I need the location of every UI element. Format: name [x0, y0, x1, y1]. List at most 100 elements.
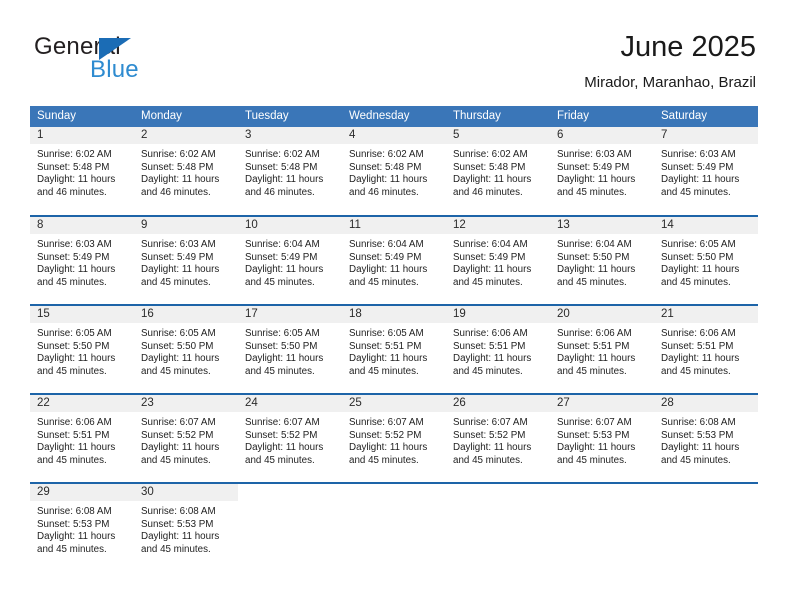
calendar-day-cell-empty	[342, 482, 446, 572]
day-details: Sunrise: 6:07 AM Sunset: 5:52 PM Daylight:…	[342, 412, 446, 467]
day-number: 15	[30, 306, 134, 323]
daylight-text: Daylight: 11 hours and 45 minutes.	[245, 442, 324, 466]
daylight-text: Daylight: 11 hours and 45 minutes.	[661, 174, 740, 198]
day-number: 29	[30, 484, 134, 501]
sunrise-text: Sunrise: 6:06 AM	[453, 328, 528, 339]
day-details: Sunrise: 6:02 AM Sunset: 5:48 PM Daylight:…	[238, 144, 342, 199]
sunrise-text: Sunrise: 6:05 AM	[661, 239, 736, 250]
day-number: 1	[30, 127, 134, 144]
calendar-day-cell[interactable]: 29 Sunrise: 6:08 AM Sunset: 5:53 PM Dayligh…	[30, 482, 134, 572]
calendar-day-cell[interactable]: 12 Sunrise: 6:04 AM Sunset: 5:49 PM Dayligh…	[446, 215, 550, 305]
calendar-day-cell[interactable]: 10 Sunrise: 6:04 AM Sunset: 5:49 PM Dayligh…	[238, 215, 342, 305]
day-details: Sunrise: 6:02 AM Sunset: 5:48 PM Daylight:…	[30, 144, 134, 199]
day-details: Sunrise: 6:05 AM Sunset: 5:50 PM Daylight:…	[30, 323, 134, 378]
sunset-text: Sunset: 5:50 PM	[661, 251, 734, 263]
calendar-day-cell[interactable]: 24 Sunrise: 6:07 AM Sunset: 5:52 PM Dayligh…	[238, 393, 342, 483]
sunset-text: Sunset: 5:53 PM	[557, 429, 630, 441]
page-header: General Blue June 2025 Mirador, Maranhao…	[0, 0, 792, 100]
calendar-day-cell[interactable]: 14 Sunrise: 6:05 AM Sunset: 5:50 PM Dayligh…	[654, 215, 758, 305]
sunset-text: Sunset: 5:48 PM	[245, 161, 318, 173]
day-number: 3	[238, 127, 342, 144]
calendar-day-cell-empty	[238, 482, 342, 572]
day-number: 12	[446, 217, 550, 234]
calendar-day-cell[interactable]: 8 Sunrise: 6:03 AM Sunset: 5:49 PM Daylight…	[30, 215, 134, 305]
day-number: 27	[550, 395, 654, 412]
sunset-text: Sunset: 5:51 PM	[349, 340, 422, 352]
calendar-day-cell[interactable]: 19 Sunrise: 6:06 AM Sunset: 5:51 PM Dayligh…	[446, 304, 550, 394]
day-number: 13	[550, 217, 654, 234]
calendar-day-cell[interactable]: 9 Sunrise: 6:03 AM Sunset: 5:49 PM Daylight…	[134, 215, 238, 305]
calendar-day-cell[interactable]: 6 Sunrise: 6:03 AM Sunset: 5:49 PM Daylight…	[550, 127, 654, 216]
sunrise-text: Sunrise: 6:03 AM	[557, 149, 632, 160]
calendar-day-cell[interactable]: 28 Sunrise: 6:08 AM Sunset: 5:53 PM Dayligh…	[654, 393, 758, 483]
weekday-header-saturday: Saturday	[654, 106, 758, 127]
day-details: Sunrise: 6:02 AM Sunset: 5:48 PM Daylight:…	[134, 144, 238, 199]
title-block: June 2025 Mirador, Maranhao, Brazil	[584, 30, 756, 93]
sunset-text: Sunset: 5:53 PM	[141, 518, 214, 530]
calendar-day-cell[interactable]: 13 Sunrise: 6:04 AM Sunset: 5:50 PM Dayligh…	[550, 215, 654, 305]
sunset-text: Sunset: 5:48 PM	[141, 161, 214, 173]
day-details: Sunrise: 6:08 AM Sunset: 5:53 PM Daylight:…	[134, 501, 238, 556]
page-title: June 2025	[620, 31, 756, 63]
day-details: Sunrise: 6:03 AM Sunset: 5:49 PM Daylight:…	[134, 234, 238, 289]
sunset-text: Sunset: 5:49 PM	[453, 251, 526, 263]
day-number: 5	[446, 127, 550, 144]
day-details: Sunrise: 6:03 AM Sunset: 5:49 PM Daylight:…	[550, 144, 654, 199]
calendar-day-cell[interactable]: 21 Sunrise: 6:06 AM Sunset: 5:51 PM Dayligh…	[654, 304, 758, 394]
sunset-text: Sunset: 5:51 PM	[37, 429, 110, 441]
sunset-text: Sunset: 5:49 PM	[37, 251, 110, 263]
day-details: Sunrise: 6:08 AM Sunset: 5:53 PM Daylight:…	[30, 501, 134, 556]
calendar-day-cell[interactable]: 15 Sunrise: 6:05 AM Sunset: 5:50 PM Dayligh…	[30, 304, 134, 394]
sunset-text: Sunset: 5:51 PM	[557, 340, 630, 352]
calendar-day-cell[interactable]: 17 Sunrise: 6:05 AM Sunset: 5:50 PM Dayligh…	[238, 304, 342, 394]
calendar-day-cell[interactable]: 5 Sunrise: 6:02 AM Sunset: 5:48 PM Daylight…	[446, 127, 550, 216]
calendar-day-cell[interactable]: 22 Sunrise: 6:06 AM Sunset: 5:51 PM Dayligh…	[30, 393, 134, 483]
calendar-day-cell[interactable]: 16 Sunrise: 6:05 AM Sunset: 5:50 PM Dayligh…	[134, 304, 238, 394]
daylight-text: Daylight: 11 hours and 45 minutes.	[141, 353, 220, 377]
sunrise-text: Sunrise: 6:07 AM	[245, 417, 320, 428]
daylight-text: Daylight: 11 hours and 45 minutes.	[661, 353, 740, 377]
day-details: Sunrise: 6:02 AM Sunset: 5:48 PM Daylight:…	[342, 144, 446, 199]
page-subtitle: Mirador, Maranhao, Brazil	[584, 74, 756, 91]
weekday-header-thursday: Thursday	[446, 106, 550, 127]
sunset-text: Sunset: 5:52 PM	[349, 429, 422, 441]
logo-text-blue: Blue	[90, 56, 139, 83]
calendar-day-cell[interactable]: 7 Sunrise: 6:03 AM Sunset: 5:49 PM Daylight…	[654, 127, 758, 216]
calendar-body: 1 Sunrise: 6:02 AM Sunset: 5:48 PM Daylight…	[30, 127, 758, 572]
calendar-page: General Blue June 2025 Mirador, Maranhao…	[0, 0, 792, 612]
daylight-text: Daylight: 11 hours and 45 minutes.	[245, 264, 324, 288]
calendar-day-cell[interactable]: 11 Sunrise: 6:04 AM Sunset: 5:49 PM Dayligh…	[342, 215, 446, 305]
calendar-day-cell[interactable]: 23 Sunrise: 6:07 AM Sunset: 5:52 PM Dayligh…	[134, 393, 238, 483]
calendar-day-cell[interactable]: 25 Sunrise: 6:07 AM Sunset: 5:52 PM Dayligh…	[342, 393, 446, 483]
daylight-text: Daylight: 11 hours and 46 minutes.	[245, 174, 324, 198]
daylight-text: Daylight: 11 hours and 45 minutes.	[557, 264, 636, 288]
calendar-day-cell[interactable]: 27 Sunrise: 6:07 AM Sunset: 5:53 PM Dayligh…	[550, 393, 654, 483]
calendar-day-cell[interactable]: 26 Sunrise: 6:07 AM Sunset: 5:52 PM Dayligh…	[446, 393, 550, 483]
daylight-text: Daylight: 11 hours and 45 minutes.	[349, 264, 428, 288]
calendar-day-cell[interactable]: 4 Sunrise: 6:02 AM Sunset: 5:48 PM Daylight…	[342, 127, 446, 216]
day-number: 10	[238, 217, 342, 234]
calendar-day-cell[interactable]: 3 Sunrise: 6:02 AM Sunset: 5:48 PM Daylight…	[238, 127, 342, 216]
day-number: 20	[550, 306, 654, 323]
day-number: 26	[446, 395, 550, 412]
day-details: Sunrise: 6:05 AM Sunset: 5:50 PM Daylight:…	[134, 323, 238, 378]
sunset-text: Sunset: 5:51 PM	[661, 340, 734, 352]
calendar-day-cell[interactable]: 2 Sunrise: 6:02 AM Sunset: 5:48 PM Daylight…	[134, 127, 238, 216]
general-blue-logo[interactable]: General Blue	[34, 33, 214, 89]
calendar-day-cell[interactable]: 30 Sunrise: 6:08 AM Sunset: 5:53 PM Dayligh…	[134, 482, 238, 572]
weekday-header-tuesday: Tuesday	[238, 106, 342, 127]
sunrise-text: Sunrise: 6:08 AM	[141, 506, 216, 517]
sunset-text: Sunset: 5:49 PM	[557, 161, 630, 173]
day-details: Sunrise: 6:05 AM Sunset: 5:51 PM Daylight:…	[342, 323, 446, 378]
daylight-text: Daylight: 11 hours and 46 minutes.	[453, 174, 532, 198]
calendar-day-cell[interactable]: 1 Sunrise: 6:02 AM Sunset: 5:48 PM Daylight…	[30, 127, 134, 216]
calendar-day-cell[interactable]: 20 Sunrise: 6:06 AM Sunset: 5:51 PM Dayligh…	[550, 304, 654, 394]
sunrise-text: Sunrise: 6:06 AM	[557, 328, 632, 339]
calendar-day-cell[interactable]: 18 Sunrise: 6:05 AM Sunset: 5:51 PM Dayligh…	[342, 304, 446, 394]
daylight-text: Daylight: 11 hours and 45 minutes.	[141, 442, 220, 466]
day-details: Sunrise: 6:03 AM Sunset: 5:49 PM Daylight:…	[30, 234, 134, 289]
day-number: 14	[654, 217, 758, 234]
daylight-text: Daylight: 11 hours and 45 minutes.	[557, 174, 636, 198]
day-number: 23	[134, 395, 238, 412]
daylight-text: Daylight: 11 hours and 45 minutes.	[661, 442, 740, 466]
